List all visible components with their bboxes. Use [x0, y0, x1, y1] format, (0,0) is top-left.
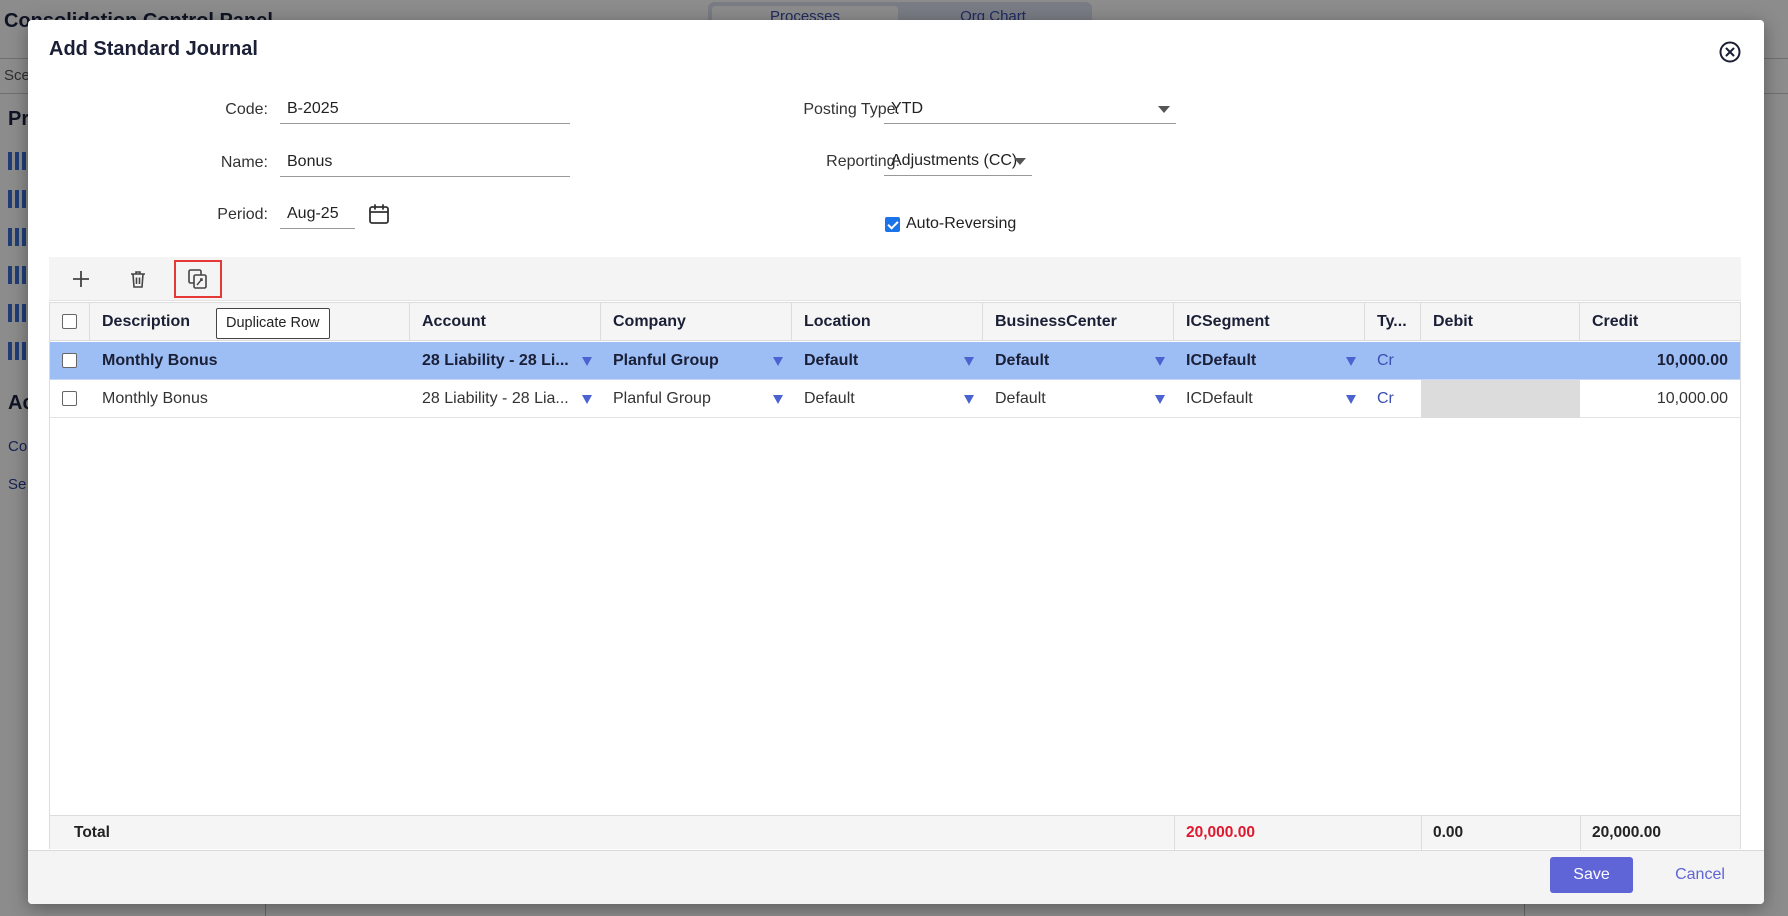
cell-company[interactable]: Planful Group — [601, 380, 771, 418]
column-icsegment[interactable]: ICSegment — [1174, 303, 1365, 341]
posting-type-label: Posting Type: — [803, 101, 900, 118]
cell-icsegment[interactable]: ICDefault — [1174, 342, 1344, 380]
grid-toolbar — [49, 257, 1741, 301]
cell-type[interactable]: Cr — [1365, 380, 1421, 418]
cell-icsegment[interactable]: ICDefault — [1174, 380, 1344, 418]
table-row[interactable]: Monthly Bonus 28 Liability - 28 Lia... P… — [50, 380, 1740, 418]
column-type[interactable]: Ty... — [1365, 303, 1421, 341]
duplicate-row-tooltip: Duplicate Row — [216, 308, 330, 339]
cell-type[interactable]: Cr — [1365, 342, 1421, 380]
dialog-title: Add Standard Journal — [49, 38, 258, 60]
row-checkbox[interactable] — [62, 353, 77, 368]
reporting-label: Reporting: — [826, 153, 900, 170]
cancel-button[interactable]: Cancel — [1660, 857, 1740, 893]
cell-credit[interactable]: 10,000.00 — [1580, 342, 1740, 380]
save-button[interactable]: Save — [1550, 857, 1633, 893]
cell-debit[interactable] — [1421, 380, 1580, 418]
chevron-down-icon[interactable] — [582, 395, 592, 404]
calendar-icon[interactable] — [368, 203, 390, 225]
trash-icon — [131, 271, 145, 288]
cell-account[interactable]: 28 Liability - 28 Lia... — [410, 380, 586, 418]
column-credit[interactable]: Credit — [1580, 303, 1740, 341]
column-account[interactable]: Account — [410, 303, 601, 341]
column-company[interactable]: Company — [601, 303, 792, 341]
close-icon[interactable] — [1718, 40, 1742, 64]
journal-grid: Description Account Company Location Bus… — [49, 302, 1741, 850]
table-row[interactable]: Monthly Bonus 28 Liability - 28 Li... Pl… — [50, 342, 1740, 380]
code-label: Code: — [225, 101, 268, 118]
chevron-down-icon[interactable] — [582, 357, 592, 366]
cell-business-center[interactable]: Default — [983, 342, 1153, 380]
posting-type-select[interactable]: YTD — [884, 96, 1176, 124]
cell-description[interactable]: Monthly Bonus — [90, 342, 410, 380]
dialog-footer: Save Cancel — [28, 850, 1764, 904]
row-select-cell — [50, 342, 90, 380]
plus-icon — [73, 271, 89, 287]
reporting-select[interactable]: Adjustments (CC) — [884, 148, 1032, 176]
duplicate-row-button[interactable] — [174, 260, 222, 298]
column-debit[interactable]: Debit — [1421, 303, 1580, 341]
chevron-down-icon[interactable] — [1014, 158, 1026, 165]
select-all-cell — [50, 303, 90, 341]
total-debit: 0.00 — [1433, 824, 1464, 841]
cell-business-center[interactable]: Default — [983, 380, 1153, 418]
total-credit: 20,000.00 — [1592, 824, 1661, 841]
delete-row-button[interactable] — [118, 261, 158, 297]
total-icsegment: 20,000.00 — [1186, 824, 1255, 841]
chevron-down-icon[interactable] — [773, 395, 783, 404]
row-checkbox[interactable] — [62, 391, 77, 406]
chevron-down-icon[interactable] — [1158, 106, 1170, 113]
chevron-down-icon[interactable] — [964, 395, 974, 404]
auto-reversing-checkbox[interactable] — [885, 217, 900, 232]
chevron-down-icon[interactable] — [964, 357, 974, 366]
cell-debit[interactable] — [1421, 342, 1580, 380]
cell-location[interactable]: Default — [792, 380, 962, 418]
cell-credit[interactable]: 10,000.00 — [1580, 380, 1740, 418]
cell-account[interactable]: 28 Liability - 28 Li... — [410, 342, 586, 380]
duplicate-row-icon — [188, 269, 207, 289]
total-label: Total — [74, 824, 110, 841]
chevron-down-icon[interactable] — [1155, 357, 1165, 366]
column-business-center[interactable]: BusinessCenter — [983, 303, 1174, 341]
cell-company[interactable]: Planful Group — [601, 342, 771, 380]
chevron-down-icon[interactable] — [773, 357, 783, 366]
chevron-down-icon[interactable] — [1346, 357, 1356, 366]
column-location[interactable]: Location — [792, 303, 983, 341]
row-select-cell — [50, 380, 90, 418]
period-label: Period: — [217, 206, 268, 223]
cell-location[interactable]: Default — [792, 342, 962, 380]
total-row: Total 20,000.00 0.00 20,000.00 — [50, 815, 1740, 850]
code-field[interactable]: B-2025 — [280, 96, 570, 124]
add-standard-journal-dialog: Add Standard Journal Code: B-2025 Name: … — [28, 20, 1764, 904]
add-row-button[interactable] — [61, 261, 101, 297]
name-label: Name: — [220, 154, 268, 171]
name-field[interactable]: Bonus — [280, 149, 570, 177]
chevron-down-icon[interactable] — [1155, 395, 1165, 404]
auto-reversing-label: Auto-Reversing — [906, 215, 1017, 232]
select-all-checkbox[interactable] — [62, 314, 77, 329]
cell-description[interactable]: Monthly Bonus — [90, 380, 410, 418]
period-field[interactable]: Aug-25 — [280, 201, 355, 229]
chevron-down-icon[interactable] — [1346, 395, 1356, 404]
